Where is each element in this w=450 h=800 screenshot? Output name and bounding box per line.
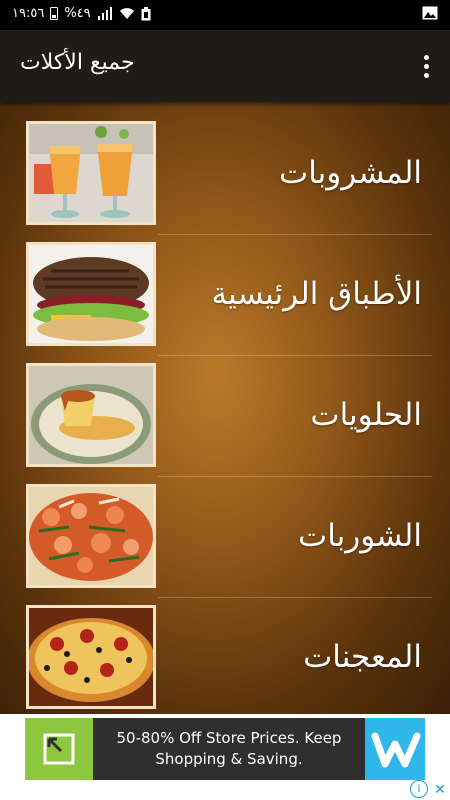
pastries-thumbnail <box>26 605 156 709</box>
ad-area: 50-80% Off Store Prices. Keep Shopping &… <box>0 714 450 800</box>
main-dishes-thumbnail <box>26 242 156 346</box>
ad-expand-icon[interactable] <box>25 718 93 780</box>
battery-percent: %٤٩ <box>64 6 91 21</box>
battery-icon <box>141 6 151 20</box>
status-left: ١٩:٥٦ %٤٩ <box>12 6 151 21</box>
overflow-menu-icon-dot <box>423 63 429 69</box>
soups-thumbnail <box>26 484 156 588</box>
category-list: المشروبات الأطباق الرئيسية الحلويات الشو… <box>0 102 450 714</box>
category-item-drinks[interactable]: المشروبات <box>26 120 432 226</box>
category-item-main-dishes[interactable]: الأطباق الرئيسية <box>26 241 432 347</box>
ad-info-icon[interactable]: i <box>410 780 428 798</box>
ad-banner[interactable]: 50-80% Off Store Prices. Keep Shopping &… <box>25 718 425 780</box>
signal-icon <box>97 7 112 20</box>
desserts-thumbnail <box>26 363 156 467</box>
category-label: الأطباق الرئيسية <box>211 276 422 312</box>
ad-text: 50-80% Off Store Prices. Keep Shopping &… <box>116 729 342 768</box>
status-time: ١٩:٥٦ <box>12 6 45 21</box>
image-notification-icon <box>422 6 438 20</box>
app-bar: جميع الأكلات <box>0 30 450 102</box>
divider <box>158 597 432 598</box>
category-label: الشوربات <box>298 518 422 554</box>
wish-logo-icon[interactable] <box>365 718 425 780</box>
category-item-soups[interactable]: الشوربات <box>26 483 432 589</box>
category-item-desserts[interactable]: الحلويات <box>26 362 432 468</box>
sim-icon <box>50 7 59 20</box>
overflow-menu-icon <box>423 54 429 60</box>
overflow-menu-button[interactable] <box>416 52 436 80</box>
drinks-thumbnail <box>26 121 156 225</box>
ad-close-icon[interactable]: ✕ <box>432 782 448 798</box>
divider <box>158 355 432 356</box>
divider <box>158 476 432 477</box>
status-right <box>422 6 438 24</box>
category-label: الحلويات <box>310 397 422 433</box>
category-label: المعجنات <box>303 639 422 675</box>
divider <box>158 234 432 235</box>
status-bar: ١٩:٥٦ %٤٩ <box>0 0 450 30</box>
page-title: جميع الأكلات <box>20 50 135 75</box>
category-item-pastries[interactable]: المعجنات <box>26 604 432 710</box>
overflow-menu-icon-dot <box>423 72 429 78</box>
category-label: المشروبات <box>279 155 422 191</box>
wifi-icon <box>119 8 134 19</box>
